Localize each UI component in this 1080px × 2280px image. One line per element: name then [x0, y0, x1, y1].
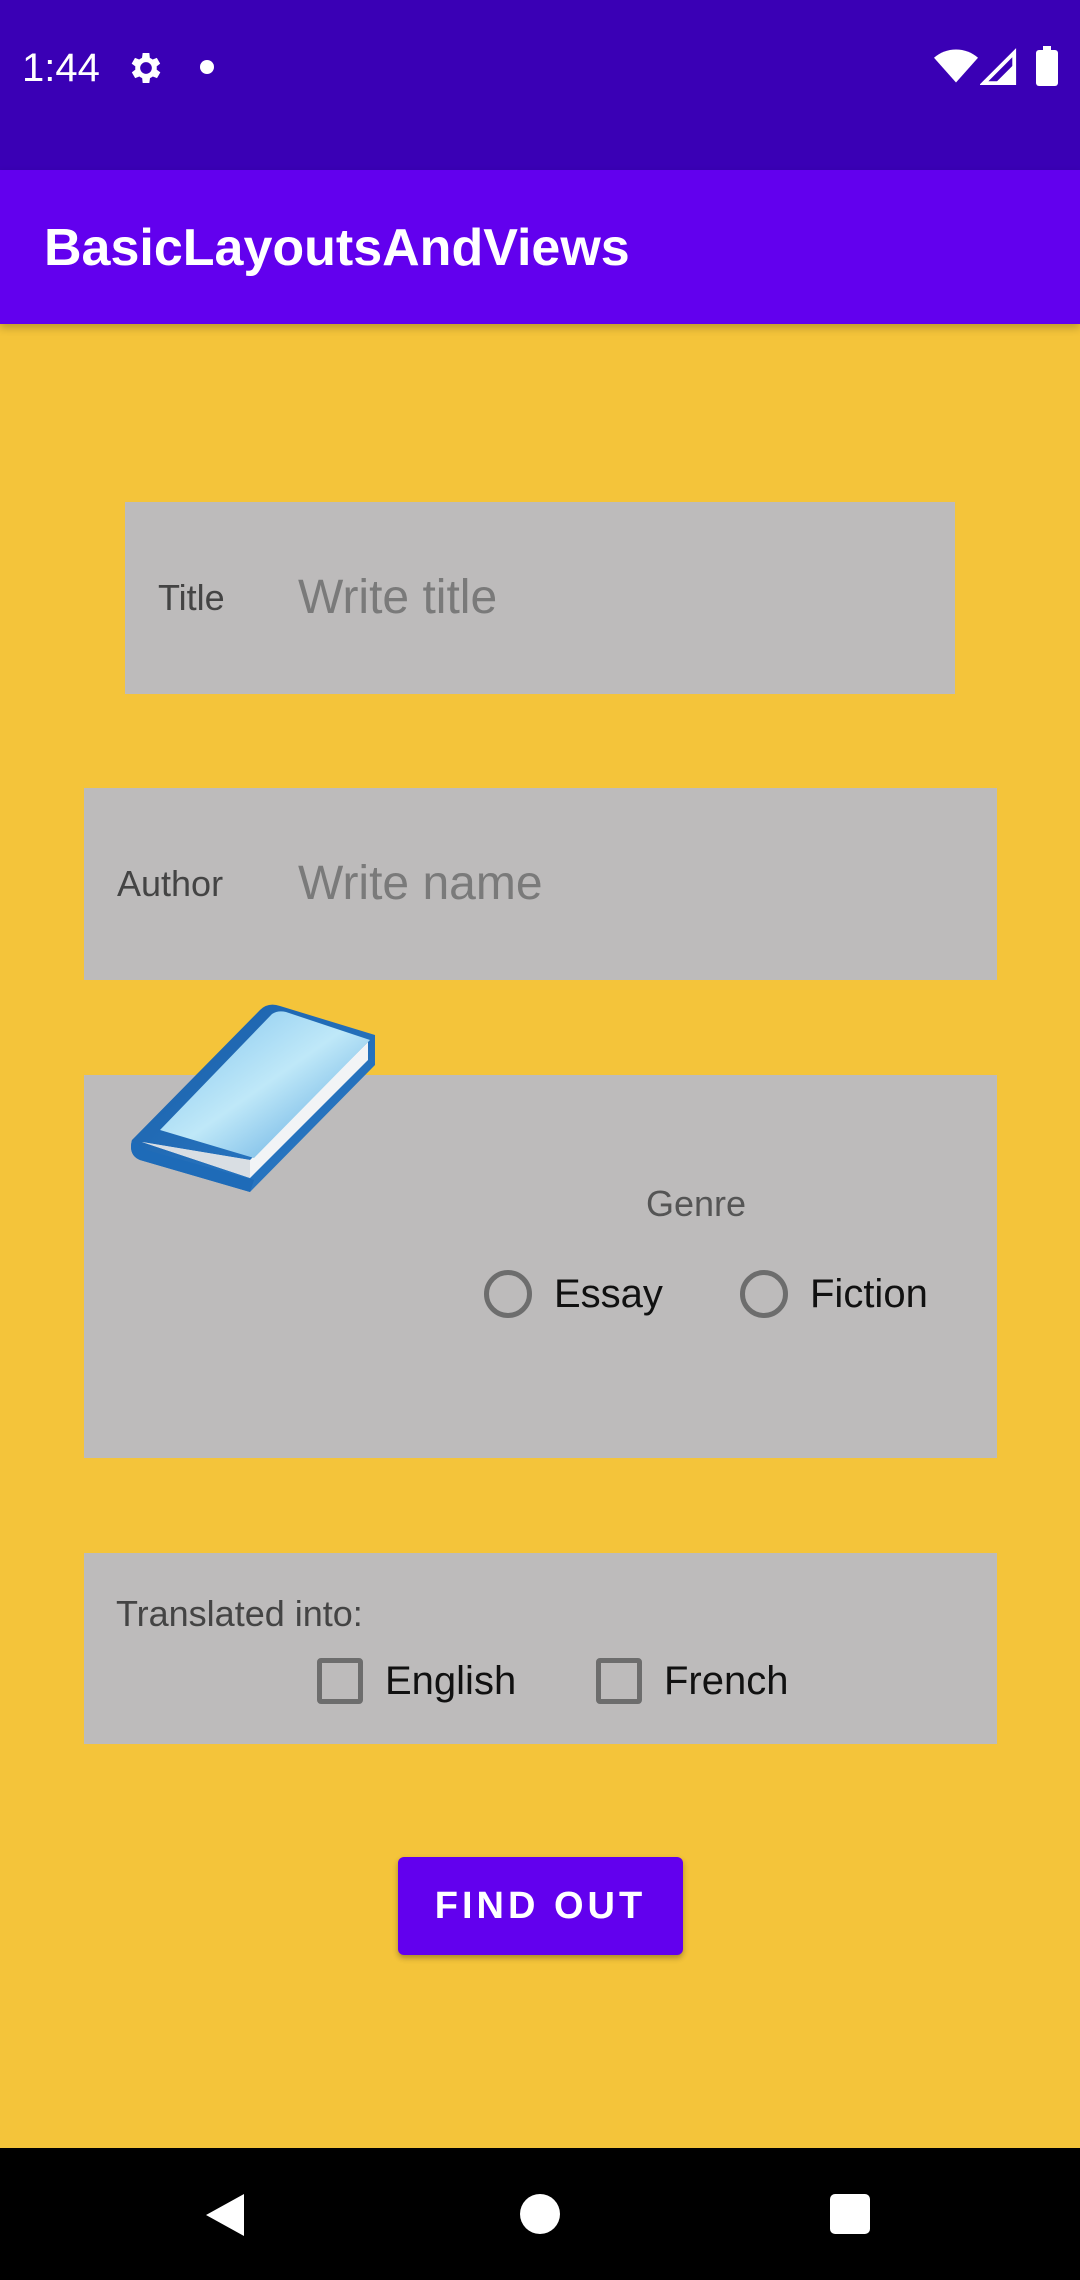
radio-circle-icon — [484, 1270, 532, 1318]
radio-circle-icon — [740, 1270, 788, 1318]
title-panel: Title — [125, 502, 955, 694]
back-icon[interactable] — [204, 2192, 246, 2238]
book-icon — [131, 1004, 375, 1192]
genre-radio-essay[interactable]: Essay — [484, 1264, 663, 1324]
status-time: 1:44 — [22, 46, 100, 90]
navigation-bar — [0, 2148, 1080, 2280]
checkbox-french[interactable]: French — [596, 1651, 789, 1711]
signal-icon — [980, 48, 1017, 85]
author-label: Author — [117, 863, 224, 904]
author-input[interactable] — [298, 854, 958, 914]
author-panel: Author — [84, 788, 997, 980]
find-out-button[interactable]: FIND OUT — [398, 1857, 683, 1955]
recents-icon[interactable] — [830, 2194, 870, 2234]
status-bar: 1:44 — [0, 0, 1080, 170]
battery-icon — [1036, 46, 1058, 86]
gear-icon — [131, 53, 161, 83]
app-screen: 1:44 BasicLayoutsAndViews Title Author — [0, 0, 1080, 2280]
checkbox-english[interactable]: English — [317, 1651, 516, 1711]
genre-option-label: Fiction — [810, 1272, 928, 1316]
checkbox-label: French — [664, 1659, 789, 1703]
genre-label: Genre — [646, 1183, 747, 1224]
title-input[interactable] — [298, 568, 918, 628]
checkbox-square-icon — [317, 1658, 363, 1704]
notification-dot-icon — [200, 60, 214, 74]
checkbox-label: English — [385, 1659, 517, 1703]
checkbox-square-icon — [596, 1658, 642, 1704]
app-title: BasicLayoutsAndViews — [44, 219, 630, 277]
translated-into-label: Translated into: — [116, 1593, 363, 1634]
home-icon[interactable] — [520, 2194, 560, 2234]
genre-radio-fiction[interactable]: Fiction — [740, 1264, 928, 1324]
genre-option-label: Essay — [554, 1272, 663, 1316]
title-label: Title — [158, 577, 225, 618]
wifi-icon — [934, 49, 978, 83]
app-bar: BasicLayoutsAndViews — [0, 170, 1080, 324]
translation-panel — [84, 1553, 997, 1744]
